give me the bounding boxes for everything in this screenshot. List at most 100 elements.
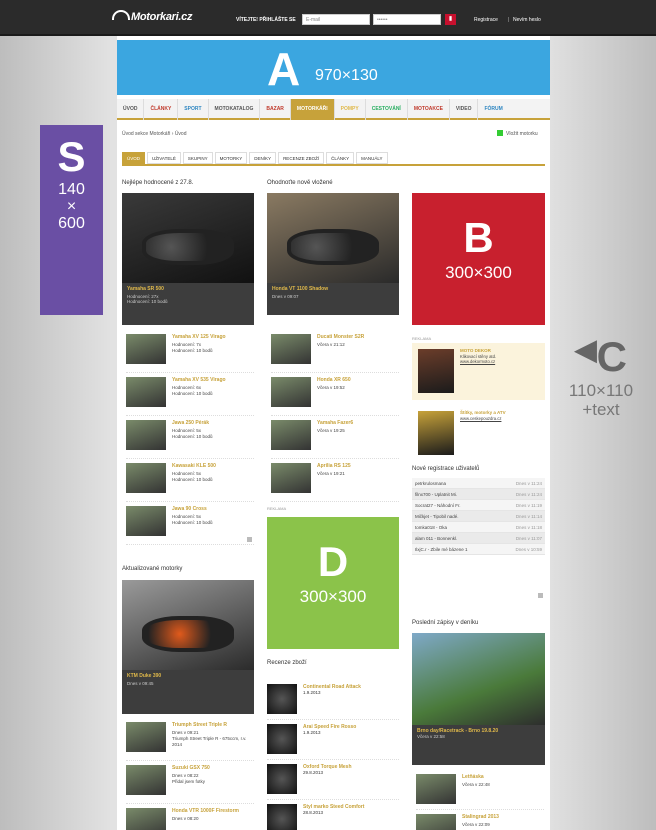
nav-sport[interactable]: SPORT bbox=[178, 99, 209, 120]
forgot-link[interactable]: Nevím heslo bbox=[513, 17, 541, 23]
email-input[interactable]: E-mail bbox=[302, 14, 370, 25]
subtabs: ÚVOD UŽIVATELÉ SKUPINY MOTORKY DENÍKY RE… bbox=[122, 152, 545, 166]
list-item[interactable]: Jawa 250 Pérák Hodnocení: 5x Hodnocení: 10… bbox=[126, 416, 254, 459]
reg-name[interactable]: alam 011 - Bonnenkl. bbox=[415, 536, 457, 541]
item-title[interactable]: Yamaha XV 535 Virago bbox=[172, 377, 226, 383]
item-title[interactable]: Yamaha XV 125 Virago bbox=[172, 334, 226, 340]
item-title[interactable]: Suzuki GSX 750 bbox=[172, 765, 210, 771]
reg-name[interactable]: tomka018 - Oka bbox=[415, 525, 447, 530]
nav-home[interactable]: ÚVOD bbox=[117, 99, 145, 120]
banner-a[interactable]: A 970×130 bbox=[117, 40, 550, 95]
item-title[interactable]: Stalingrad 2013 bbox=[462, 814, 499, 820]
feature-title[interactable]: KTM Duke 390 bbox=[127, 673, 249, 679]
item-title[interactable]: Jawa 250 Pérák bbox=[172, 420, 213, 426]
table-row[interactable]: petrkrulosmana Dnes v 11:24 bbox=[412, 478, 545, 489]
password-input[interactable]: •••••• bbox=[373, 14, 441, 25]
item-title[interactable]: Honda VTR 1000F Firestorm bbox=[172, 808, 239, 814]
nav-motorkari[interactable]: MOTORKÁŘI bbox=[290, 99, 335, 120]
nav-bazaar[interactable]: BAZAR bbox=[260, 99, 291, 120]
reg-name[interactable]: Mičkjet - Tipobil nadé. bbox=[415, 514, 459, 519]
list-item[interactable]: Honda XR 650 Včera v 19:52 bbox=[271, 373, 399, 416]
add-motorbike-link[interactable]: Vložit motorku bbox=[497, 130, 538, 137]
banner-b[interactable]: B 300×300 bbox=[412, 193, 545, 325]
reg-name[interactable]: filnx700 - Uplatnit Mi. bbox=[415, 492, 457, 497]
list-item[interactable]: Suzuki GSX 750 Dnes v 08:22 Přidal jsem fo… bbox=[126, 761, 254, 804]
registrations-title: Nové registrace uživatelů bbox=[412, 466, 480, 472]
updated-image[interactable] bbox=[122, 580, 254, 670]
feature-title[interactable]: Yamaha SR 500 bbox=[127, 286, 249, 292]
thumbnail bbox=[126, 463, 166, 493]
item-title[interactable]: Letňáska bbox=[462, 774, 490, 780]
item-title[interactable]: Aprilia RS 125 bbox=[317, 463, 351, 469]
nav-pumps[interactable]: POMPY bbox=[335, 99, 366, 120]
item-title[interactable]: Honda XR 650 bbox=[317, 377, 351, 383]
subtab-groups[interactable]: SKUPINY bbox=[182, 152, 213, 164]
login-button[interactable]: ▮ bbox=[445, 14, 456, 25]
table-row[interactable]: Mičkjet - Tipobil nadé. Dnes v 11:14 bbox=[412, 511, 545, 522]
list-item[interactable]: Yamaha XV 125 Virago Hodnocení: 7x Hodnoce… bbox=[126, 330, 254, 373]
reg-date: Dnes v 11:07 bbox=[515, 536, 542, 541]
list-item[interactable]: Continental Road Attack 1.9.2013 bbox=[267, 680, 399, 720]
feature-title[interactable]: Honda VT 1100 Shadow bbox=[272, 286, 394, 292]
banner-s[interactable]: S 140 × 600 bbox=[40, 125, 103, 315]
item-title[interactable]: Kawasaki KLE 500 bbox=[172, 463, 216, 469]
list-item[interactable]: Yamaha Fazer6 Včera v 19:25 bbox=[271, 416, 399, 459]
diary-list: Letňáska Včera v 22:48 Stalingrad 2013 Vče… bbox=[416, 770, 544, 830]
ad-link[interactable]: www.dekormoto.cz bbox=[460, 359, 541, 365]
nav-articles[interactable]: ČLÁNKY bbox=[144, 99, 179, 120]
subtab-manuals[interactable]: MANUÁLY bbox=[356, 152, 388, 164]
subtab-reviews[interactable]: RECENZE ZBOŽÍ bbox=[278, 152, 325, 164]
list-item[interactable]: Letňáska Včera v 22:48 bbox=[416, 770, 544, 810]
item-meta: Přidal jsem fotky bbox=[172, 779, 206, 784]
item-title[interactable]: Triumph Street Triple R bbox=[172, 722, 254, 728]
table-row[interactable]: Socrat27 - Náhodní Fr. Dnes v 11:19 bbox=[412, 500, 545, 511]
table-row[interactable]: filnx700 - Uplatnit Mi. Dnes v 11:24 bbox=[412, 489, 545, 500]
reg-name[interactable]: IlxjC.r - Zbile mé bázene 1 bbox=[415, 547, 468, 552]
item-title[interactable]: Jawa 90 Cross bbox=[172, 506, 213, 512]
thumbnail bbox=[271, 463, 311, 493]
reg-name[interactable]: petrkrulosmana bbox=[415, 481, 446, 486]
rate-new-image[interactable] bbox=[267, 193, 399, 283]
text-ad[interactable]: MOTO DEKOR Klikovací stěny atd. www.deko… bbox=[412, 343, 545, 400]
table-row[interactable]: IlxjC.r - Zbile mé bázene 1 Dnes v 10:59 bbox=[412, 544, 545, 555]
list-item[interactable]: Yamaha XV 535 Virago Hodnocení: 6x Hodnoce… bbox=[126, 373, 254, 416]
text-ad[interactable]: Štítky, motorky a ATV www.ceskepouzdra.c… bbox=[412, 405, 545, 462]
list-item[interactable]: Triumph Street Triple R Dnes v 09:21 Trium… bbox=[126, 718, 254, 761]
nav-motocatalog[interactable]: MOTOKATALOG bbox=[209, 99, 261, 120]
item-title[interactable]: Ducati Monster S2R bbox=[317, 334, 364, 340]
item-title[interactable]: Yamaha Fazer6 bbox=[317, 420, 353, 426]
logo-text: Motorkari.cz bbox=[131, 11, 193, 23]
diary-image[interactable] bbox=[412, 633, 545, 725]
subtab-motorbikes[interactable]: MOTORKY bbox=[214, 152, 248, 164]
list-item[interactable]: Aprilia RS 125 Včera v 19:21 bbox=[271, 459, 399, 502]
site-logo[interactable]: Motorkari.cz bbox=[112, 10, 193, 23]
list-item[interactable]: Styl marko Steed Comfort 28.8.2013 bbox=[267, 800, 399, 830]
table-row[interactable]: alam 011 - Bonnenkl. Dnes v 11:07 bbox=[412, 533, 545, 544]
list-item[interactable]: Stalingrad 2013 Včera v 22:09 bbox=[416, 810, 544, 830]
list-item[interactable]: Honda VTR 1000F Firestorm Dnes v 08:20 bbox=[126, 804, 254, 830]
list-item[interactable]: Jawa 90 Cross Hodnocení: 5x Hodnocení: 10 … bbox=[126, 502, 254, 545]
list-item[interactable]: Oxford Torque Mesh 29.8.2013 bbox=[267, 760, 399, 800]
subtab-home[interactable]: ÚVOD bbox=[122, 152, 146, 164]
more-button[interactable] bbox=[247, 537, 252, 542]
ad-link[interactable]: www.ceskepouzdra.cz bbox=[460, 416, 541, 422]
nav-forum[interactable]: FÓRUM bbox=[478, 99, 508, 120]
list-item[interactable]: Arai Speed Fire Rosso 1.9.2013 bbox=[267, 720, 399, 760]
table-row[interactable]: tomka018 - Oka Dnes v 11:18 bbox=[412, 522, 545, 533]
register-link[interactable]: Registrace bbox=[474, 17, 498, 23]
list-item[interactable]: Kawasaki KLE 500 Hodnocení: 5x Hodnocení: … bbox=[126, 459, 254, 502]
nav-travel[interactable]: CESTOVÁNÍ bbox=[366, 99, 408, 120]
reg-name[interactable]: Socrat27 - Náhodní Fr. bbox=[415, 503, 461, 508]
subtab-users[interactable]: UŽIVATELÉ bbox=[147, 152, 181, 164]
subtab-diaries[interactable]: DENÍKY bbox=[249, 152, 277, 164]
subtab-articles[interactable]: ČLÁNKY bbox=[326, 152, 355, 164]
banner-d[interactable]: D 300×300 bbox=[267, 517, 399, 649]
list-item[interactable]: Ducati Monster S2R Včera v 21:12 bbox=[271, 330, 399, 373]
nav-events[interactable]: MOTOAKCE bbox=[408, 99, 450, 120]
nav-video[interactable]: VIDEO bbox=[450, 99, 479, 120]
breadcrumb-link[interactable]: Úvod sekce Motorkáři bbox=[122, 131, 170, 137]
item-meta: Včera v 19:21 bbox=[317, 471, 345, 476]
top-rated-image[interactable] bbox=[122, 193, 254, 283]
more-button[interactable] bbox=[538, 593, 543, 598]
registrations-list: petrkrulosmana Dnes v 11:24 filnx700 - Up… bbox=[412, 478, 545, 555]
